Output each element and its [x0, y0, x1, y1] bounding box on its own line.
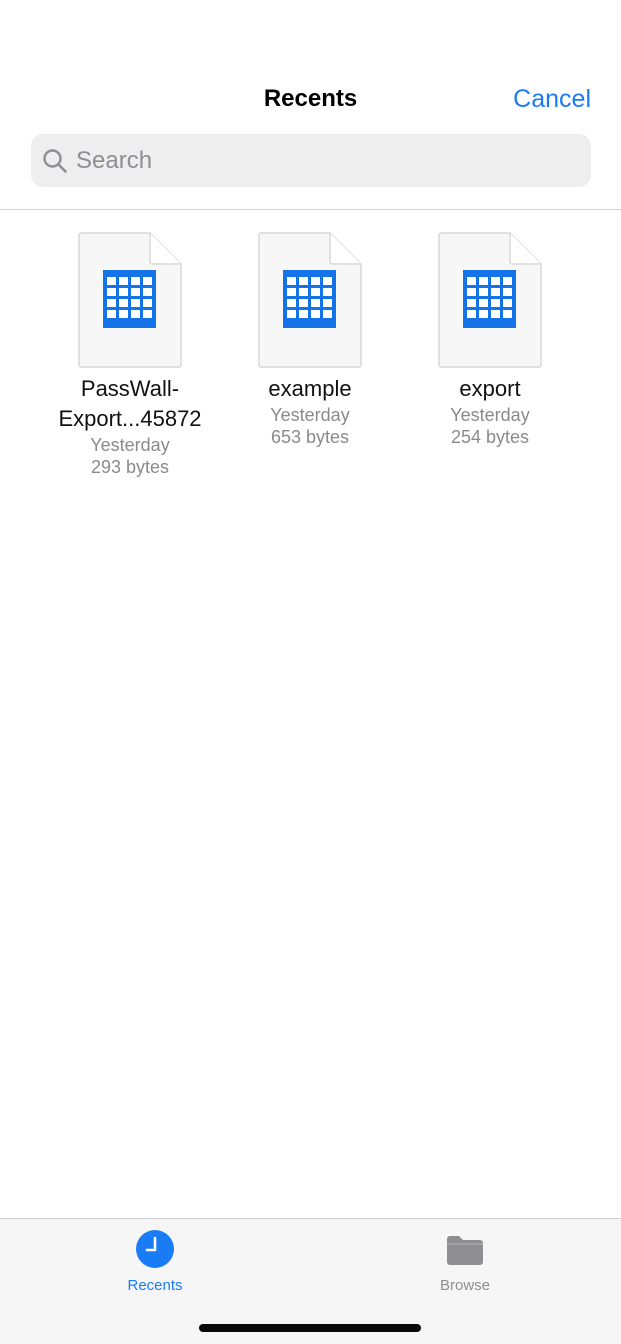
search-bar[interactable]: [31, 134, 591, 187]
file-name: export: [459, 376, 521, 401]
home-indicator[interactable]: [199, 1324, 421, 1332]
search-input[interactable]: [76, 146, 556, 175]
file-item-export[interactable]: export Yesterday 254 bytes: [405, 232, 575, 448]
spreadsheet-file-icon: [78, 232, 182, 368]
clock-icon: [136, 1230, 174, 1268]
file-modified: Yesterday: [270, 405, 350, 425]
search-icon: [43, 148, 67, 173]
file-modified: Yesterday: [450, 405, 530, 425]
file-name: PassWall- Export...45872: [45, 374, 215, 434]
file-item-example[interactable]: example Yesterday 653 bytes: [225, 232, 395, 448]
cancel-button[interactable]: Cancel: [513, 84, 591, 114]
tab-recents[interactable]: Recents: [85, 1229, 225, 1295]
file-name-line: Export...45872: [58, 406, 202, 431]
spreadsheet-file-icon: [258, 232, 362, 368]
spreadsheet-file-icon: [438, 232, 542, 368]
divider: [0, 209, 621, 210]
navigation-bar: Recents Cancel: [0, 0, 621, 210]
tab-label: Recents: [127, 1277, 183, 1294]
folder-icon: [447, 1236, 483, 1265]
file-size: 293 bytes: [90, 457, 170, 477]
file-item-passwall-export[interactable]: PassWall- Export...45872 Yesterday 293 b…: [45, 232, 215, 478]
tab-browse[interactable]: Browse: [395, 1229, 535, 1295]
file-name-line: PassWall-: [80, 376, 180, 401]
file-size: 653 bytes: [270, 427, 350, 447]
tab-label: Browse: [439, 1277, 491, 1294]
file-name: example: [268, 376, 352, 401]
file-modified: Yesterday: [90, 435, 170, 455]
file-size: 254 bytes: [450, 427, 530, 447]
